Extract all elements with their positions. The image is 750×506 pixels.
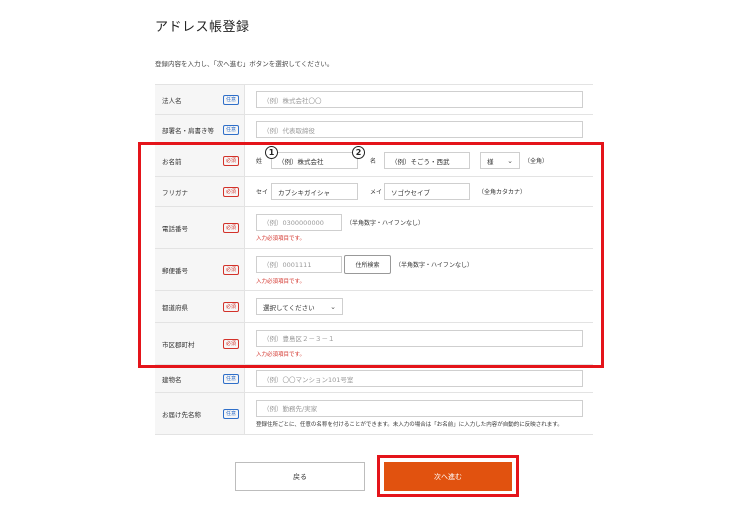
city-error: 入力必須項目です。 — [256, 351, 305, 358]
city-input[interactable]: （例）豊島区２－３－１ — [256, 329, 583, 347]
back-button[interactable]: 戻る — [235, 462, 365, 491]
name-note: （全角） — [524, 158, 549, 165]
required-badge: 必須 — [223, 264, 240, 275]
phone-input[interactable]: （例）0300000000 — [256, 213, 342, 231]
row-department: 部署名・肩書き等 任意 （例）代表取締役 — [155, 115, 593, 145]
phone-note: （半角数字・ハイフンなし） — [346, 219, 425, 227]
label-furigana: フリガナ — [162, 188, 188, 197]
instruction-text: 登録内容を入力し、「次へ進む」ボタンを選択してください。 — [155, 60, 334, 68]
page-title: アドレス帳登録 — [155, 20, 250, 35]
next-button[interactable]: 次へ進む — [384, 462, 512, 491]
first-name-kana-input[interactable]: ソゴウセイブ — [384, 183, 470, 200]
honorific-select[interactable]: 様 ⌄ — [480, 152, 520, 169]
sei-kana-label: セイ — [256, 189, 269, 196]
chevron-down-icon: ⌄ — [507, 156, 513, 165]
label-company: 法人名 — [162, 96, 182, 105]
last-name-input[interactable]: （例）株式会社 — [271, 152, 358, 169]
label-destination: お届け先名称 — [162, 410, 201, 419]
destination-note: 登録住所ごとに、任意の名称を付けることができます。未入力の場合は「お名前」に入力… — [256, 421, 563, 428]
label-building: 建物名 — [162, 375, 182, 384]
postal-note: （半角数字・ハイフンなし） — [395, 261, 474, 269]
label-phone: 電話番号 — [162, 224, 188, 233]
phone-error: 入力必須項目です。 — [256, 235, 305, 242]
optional-badge: 任意 — [223, 373, 240, 384]
label-postal: 郵便番号 — [162, 266, 188, 275]
label-city: 市区郡町村 — [162, 340, 195, 349]
honorific-value: 様 — [487, 157, 494, 166]
postal-input[interactable]: （例）0001111 — [256, 255, 342, 273]
required-badge: 必須 — [223, 155, 240, 166]
row-company: 法人名 任意 （例）株式会社〇〇 — [155, 85, 593, 115]
furigana-note: （全角カタカナ） — [478, 189, 527, 196]
label-name: お名前 — [162, 157, 182, 166]
required-badge: 必須 — [223, 222, 240, 233]
optional-badge: 任意 — [223, 408, 240, 419]
last-name-kana-input[interactable]: カブシキガイシャ — [271, 183, 358, 200]
row-phone: 電話番号 必須 （例）0300000000 （半角数字・ハイフンなし） 入力必須… — [155, 207, 593, 249]
row-city: 市区郡町村 必須 （例）豊島区２－３－１ 入力必須項目です。 — [155, 323, 593, 365]
optional-badge: 任意 — [223, 124, 240, 135]
row-furigana: フリガナ 必須 セイ カブシキガイシャ メイ ソゴウセイブ （全角カタカナ） — [155, 177, 593, 207]
row-building: 建物名 任意 （例）〇〇マンション101号室 — [155, 365, 593, 393]
company-input[interactable]: （例）株式会社〇〇 — [256, 91, 583, 108]
prefecture-select[interactable]: 選択してください ⌄ — [256, 298, 343, 315]
row-name: お名前 必須 姓 （例）株式会社 名 （例）そごう・西武 様 ⌄ （全角） — [155, 145, 593, 177]
required-badge: 必須 — [223, 301, 240, 312]
optional-badge: 任意 — [223, 94, 240, 105]
row-destination: お届け先名称 任意 （例）勤務先/実家 登録住所ごとに、任意の名称を付けることが… — [155, 393, 593, 435]
building-input[interactable]: （例）〇〇マンション101号室 — [256, 370, 583, 387]
address-form: 法人名 任意 （例）株式会社〇〇 部署名・肩書き等 任意 （例）代表取締役 お名… — [155, 84, 593, 435]
label-department: 部署名・肩書き等 — [162, 126, 214, 135]
prefecture-value: 選択してください — [263, 303, 315, 312]
chevron-down-icon: ⌄ — [330, 302, 336, 311]
label-prefecture: 都道府県 — [162, 303, 188, 312]
address-search-button[interactable]: 住所検索 — [344, 254, 391, 274]
destination-input[interactable]: （例）勤務先/実家 — [256, 399, 583, 417]
row-prefecture: 都道府県 必須 選択してください ⌄ — [155, 291, 593, 323]
required-badge: 必須 — [223, 186, 240, 197]
mei-kana-label: メイ — [370, 189, 383, 196]
required-badge: 必須 — [223, 338, 240, 349]
row-postal: 郵便番号 必須 （例）0001111 住所検索 （半角数字・ハイフンなし） 入力… — [155, 249, 593, 291]
annotation-one: 1 — [265, 146, 278, 159]
postal-error: 入力必須項目です。 — [256, 278, 305, 285]
annotation-two: 2 — [352, 146, 365, 159]
department-input[interactable]: （例）代表取締役 — [256, 121, 583, 138]
first-name-input[interactable]: （例）そごう・西武 — [384, 152, 470, 169]
